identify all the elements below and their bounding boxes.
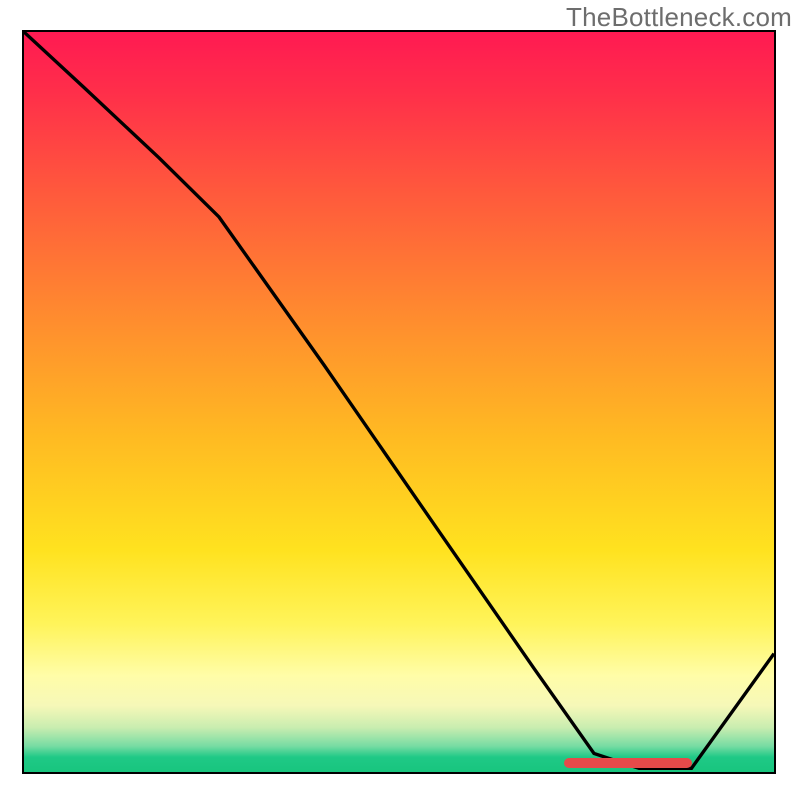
optimal-range-marker bbox=[564, 758, 692, 768]
watermark-text: TheBottleneck.com bbox=[566, 2, 792, 33]
gradient-background bbox=[24, 32, 774, 772]
plot-area bbox=[22, 30, 776, 774]
chart-container: TheBottleneck.com bbox=[0, 0, 800, 800]
